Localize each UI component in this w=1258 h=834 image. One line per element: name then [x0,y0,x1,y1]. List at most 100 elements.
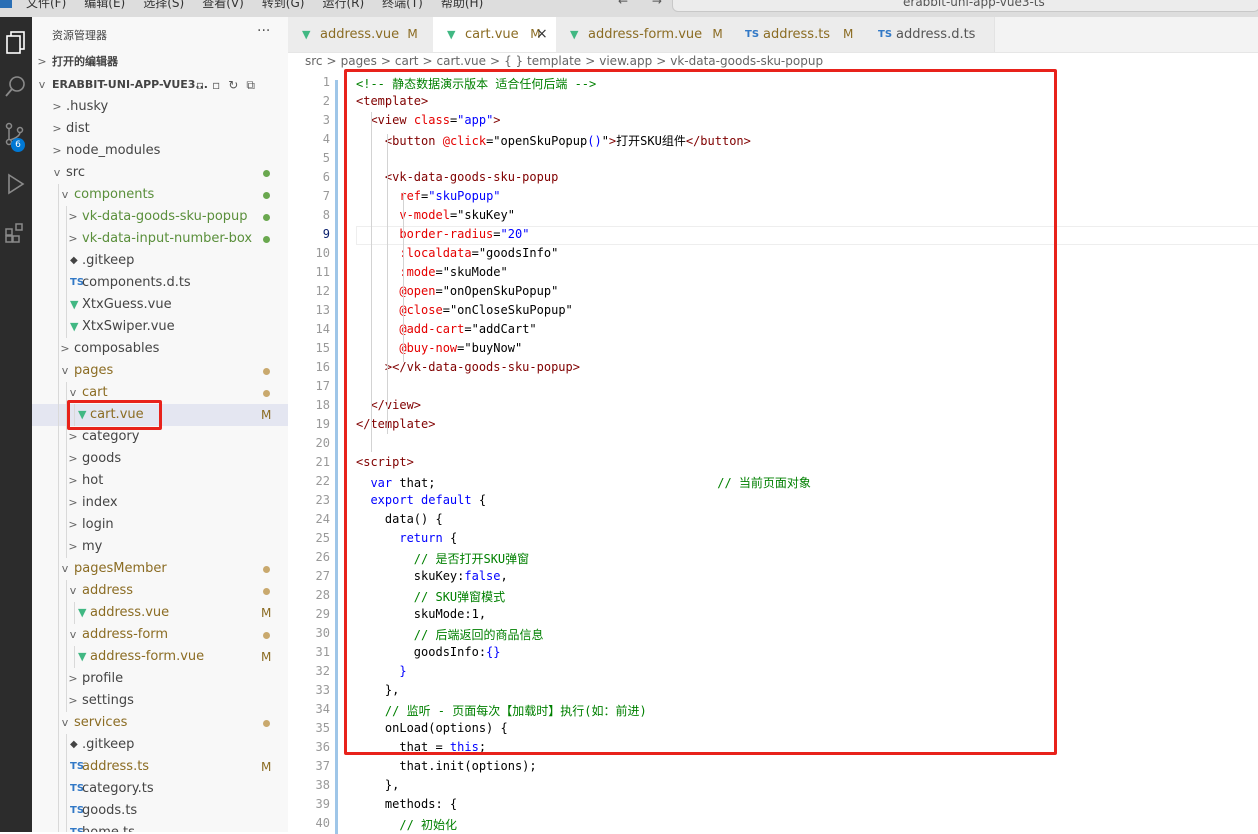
chevron-down-icon: v [53,166,61,179]
command-center[interactable]: erabbit-uni-app-vue3-ts [672,0,1258,12]
chevron-right-icon: > [68,518,78,531]
git-status-dot [263,720,270,727]
tab-address-d-ts[interactable]: TS address.d.ts [864,17,995,52]
tree-folder[interactable]: v address [32,580,288,602]
tab-address-ts[interactable]: TS address.ts M [731,17,865,52]
chevron-right-icon: > [68,210,78,223]
line-number: 3 [322,113,330,127]
breadcrumb-item[interactable]: src [305,54,323,68]
tree-file[interactable]: ▼ XtxSwiper.vue [32,316,288,338]
git-modified-badge: M [261,760,272,774]
code-token: // 初始化 [399,818,458,832]
tree-folder[interactable]: v src [32,162,288,184]
highlight-box-cart-vue [67,400,162,430]
extensions-icon[interactable] [0,215,32,247]
breadcrumb-item[interactable]: cart [395,54,419,68]
tree-folder[interactable]: > dist [32,118,288,140]
modified-gutter [335,80,338,834]
indent-guide [58,228,59,250]
menu-item[interactable]: 运行(R) [322,0,364,11]
menu-item[interactable]: 帮助(H) [441,0,483,11]
menu-item[interactable]: 终端(T) [382,0,423,11]
tree-folder[interactable]: v components [32,184,288,206]
tree-file[interactable]: ▼ address-form.vue M [32,646,288,668]
breadcrumb-item[interactable]: pages [341,54,377,68]
tree-file[interactable]: ◆ .gitkeep [32,250,288,272]
line-number: 33 [315,683,330,697]
tree-folder[interactable]: > my [32,536,288,558]
tree-file[interactable]: TS address.ts M [32,756,288,778]
explorer-actions[interactable]: ▫▫↻⧉ [196,74,263,96]
tree-item-label: vk-data-input-number-box [82,231,253,246]
nav-arrows[interactable]: ← → [618,0,672,8]
menu-item[interactable]: 选择(S) [143,0,184,11]
menu-item[interactable]: 转到(G) [262,0,305,11]
tree-folder[interactable]: v pages [32,360,288,382]
tree-file[interactable]: TS category.ts [32,778,288,800]
vue-file-icon: ▼ [78,606,87,619]
search-icon[interactable] [0,69,32,101]
breadcrumb-item[interactable]: { } template [504,54,581,68]
menu-item[interactable]: 编辑(E) [84,0,125,11]
tree-item-label: services [74,715,128,730]
files-icon[interactable] [0,25,32,57]
tree-file[interactable]: ▼ address.vue M [32,602,288,624]
tree-file[interactable]: TShome.ts [32,822,288,832]
open-editors-label: 打开的编辑器 [52,55,118,68]
line-number: 27 [315,569,330,583]
tree-folder[interactable]: > vk-data-input-number-box [32,228,288,250]
code-line[interactable]: }, [356,778,399,792]
line-number: 8 [322,208,330,222]
open-editors-section[interactable]: > 打开的编辑器 [32,51,288,73]
tree-folder[interactable]: > vk-data-goods-sku-popup [32,206,288,228]
more-actions-icon[interactable]: ··· [257,23,270,39]
code-editor[interactable]: 1 <!-- 静态数据演示版本 适合任何后端 --> 2 <template> 3 <v… [288,69,1258,834]
code-line[interactable]: methods: { [356,797,457,811]
code-line[interactable]: that.init(options); [356,759,536,773]
tree-folder[interactable]: > goods [32,448,288,470]
tree-folder[interactable]: > profile [32,668,288,690]
line-number: 22 [315,474,330,488]
tab-address-form-vue[interactable]: ▼ address-form.vue M [556,17,732,52]
tree-folder[interactable]: > index [32,492,288,514]
breadcrumb-item[interactable]: cart.vue [437,54,487,68]
tree-folder[interactable]: > hot [32,470,288,492]
breadcrumb-item[interactable]: view.app [599,54,652,68]
indent-guide [66,800,67,822]
title-bar: 文件(F) 编辑(E) 选择(S) 查看(V) 转到(G) 运行(R) 终端(T) 帮助(H)… [0,0,1258,17]
indent-guide [58,206,59,228]
tab-cart-vue[interactable]: ▼ cart.vue M × [433,17,557,52]
tree-folder[interactable]: > .husky [32,96,288,118]
tree-item-label: .gitkeep [82,737,135,752]
tree-folder[interactable]: v address-form [32,624,288,646]
line-number: 32 [315,664,330,678]
tree-folder[interactable]: v services [32,712,288,734]
indent-guide [58,382,59,404]
indent-guide [58,316,59,338]
tab-address-vue[interactable]: ▼ address.vue M [288,17,434,52]
close-icon[interactable]: × [536,17,548,52]
tree-file[interactable]: ▼ XtxGuess.vue [32,294,288,316]
line-number: 24 [315,512,330,526]
tree-folder[interactable]: > composables [32,338,288,360]
line-number: 39 [315,797,330,811]
tree-file[interactable]: ◆ .gitkeep [32,734,288,756]
tree-file[interactable]: TS components.d.ts [32,272,288,294]
indent-guide [58,690,59,712]
code-line[interactable]: // 初始化 [356,816,457,833]
line-number: 5 [322,151,330,165]
breadcrumb-item[interactable]: vk-data-goods-sku-popup [670,54,823,68]
line-number: 17 [315,379,330,393]
run-debug-icon[interactable] [0,167,32,199]
tree-folder[interactable]: > node_modules [32,140,288,162]
menu-item[interactable]: 文件(F) [26,0,66,11]
line-number: 20 [315,436,330,450]
project-root[interactable]: v ERABBIT-UNI-APP-VUE3... ▫▫↻⧉ [32,74,288,96]
menu-item[interactable]: 查看(V) [202,0,244,11]
tree-folder[interactable]: > settings [32,690,288,712]
tree-file[interactable]: TS goods.ts [32,800,288,822]
chevron-down-icon: v [61,562,69,575]
tree-folder[interactable]: v pagesMember [32,558,288,580]
tree-folder[interactable]: > login [32,514,288,536]
tree-item-label: login [82,517,114,532]
